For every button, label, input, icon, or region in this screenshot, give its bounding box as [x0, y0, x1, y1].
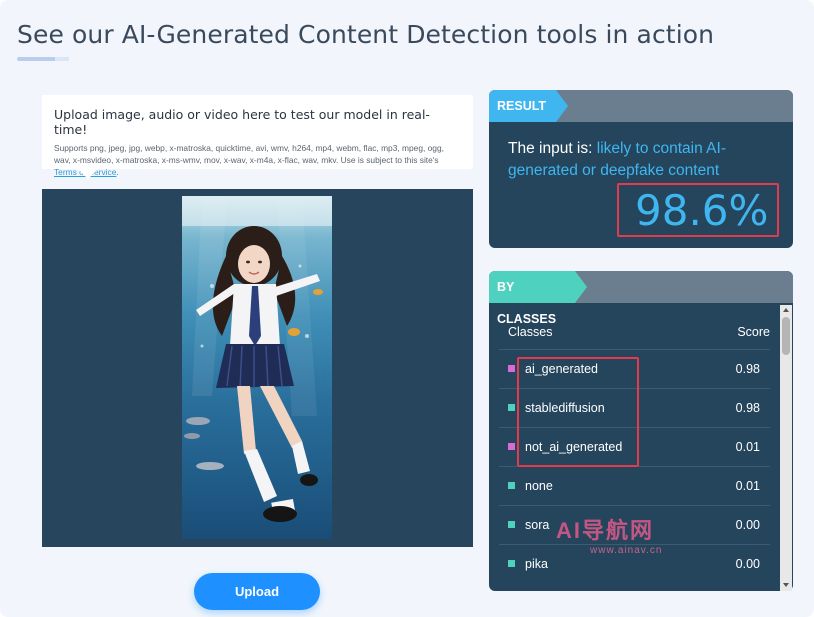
- result-card: RESULT The input is: likely to contain A…: [489, 90, 793, 248]
- photo-illustration: [182, 196, 332, 522]
- title-underline: [17, 57, 69, 61]
- class-score: 0.01: [735, 479, 760, 493]
- classes-header: BY CLASSES: [489, 271, 793, 326]
- result-score: 98.6%: [635, 186, 769, 235]
- class-name: pika: [525, 557, 548, 571]
- class-color-icon: [508, 365, 515, 372]
- class-score: 0.98: [735, 401, 760, 415]
- result-text: The input is: likely to contain AI-gener…: [508, 138, 778, 182]
- class-score: 0.00: [735, 557, 760, 571]
- class-name: sora: [525, 518, 550, 532]
- uploaded-photo: [182, 196, 332, 539]
- result-header: RESULT: [489, 90, 793, 122]
- class-color-icon: [508, 404, 515, 411]
- classes-tag: BY CLASSES: [489, 271, 587, 326]
- page-title: See our AI-Generated Content Detection t…: [17, 20, 715, 49]
- class-score: 0.01: [735, 440, 760, 454]
- upload-info-card: Upload image, audio or video here to tes…: [42, 95, 473, 179]
- image-preview[interactable]: [42, 189, 473, 547]
- class-color-icon: [508, 443, 515, 450]
- classes-scrollbar[interactable]: [780, 305, 792, 591]
- upload-info-title: Upload image, audio or video here to tes…: [54, 107, 430, 137]
- classes-highlight-box: [517, 357, 639, 467]
- upload-button[interactable]: Upload: [194, 573, 320, 610]
- result-tag: RESULT: [489, 90, 568, 122]
- watermark-url: www.ainav.cn: [590, 545, 663, 556]
- class-color-icon: [508, 482, 515, 489]
- supported-formats: Supports png, jpeg, jpg, webp, x-matrosk…: [54, 143, 444, 165]
- classes-table-header: Classes Score: [508, 325, 770, 339]
- class-score: 0.98: [735, 362, 760, 376]
- class-color-icon: [508, 521, 515, 528]
- watermark: AI导航网 www.ainav.cn: [556, 513, 662, 556]
- class-row: none 0.01: [499, 466, 770, 506]
- scroll-thumb[interactable]: [782, 317, 790, 355]
- result-prefix: The input is:: [508, 140, 597, 157]
- class-name: none: [525, 479, 553, 493]
- scroll-down-arrow-icon[interactable]: [783, 583, 789, 587]
- class-score: 0.00: [735, 518, 760, 532]
- page: See our AI-Generated Content Detection t…: [0, 0, 814, 617]
- supported-formats-text: Supports png, jpeg, jpg, webp, x-matrosk…: [54, 143, 444, 177]
- scroll-up-arrow-icon[interactable]: [783, 308, 789, 312]
- column-score: Score: [737, 325, 770, 339]
- terms-of-service-link[interactable]: Terms of Service: [54, 167, 116, 177]
- watermark-logo: AI导航网: [556, 518, 655, 543]
- column-classes: Classes: [508, 325, 553, 339]
- class-color-icon: [508, 560, 515, 567]
